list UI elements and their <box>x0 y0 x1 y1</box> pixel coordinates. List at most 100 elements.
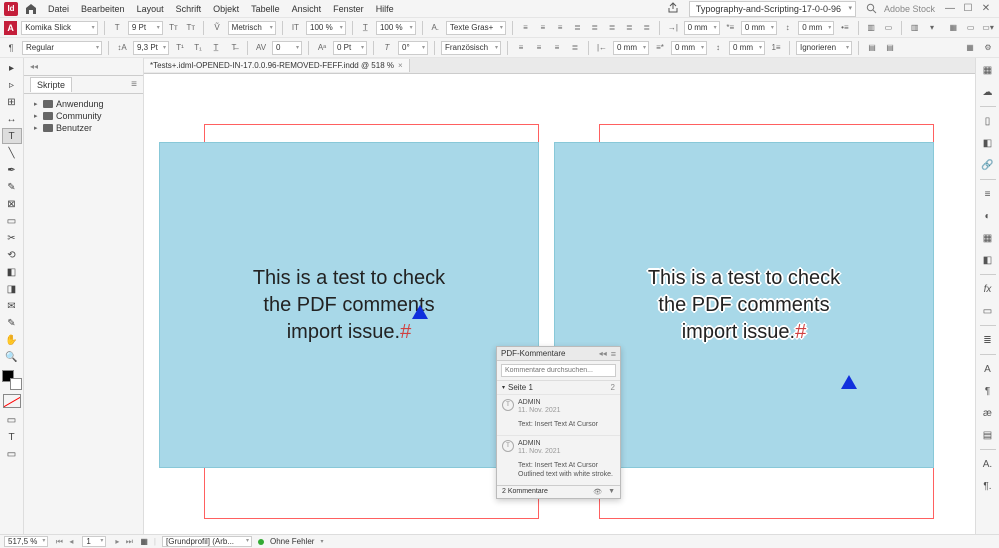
bullets-icon[interactable]: •≡ <box>838 21 851 35</box>
pdf-comments-search-input[interactable] <box>501 364 616 377</box>
vscale-combo[interactable]: 100 % <box>306 21 346 35</box>
screen-mode-icon[interactable]: ▭ <box>964 21 977 35</box>
menu-bearbeiten[interactable]: Bearbeiten <box>81 4 125 14</box>
text-wrap-icon[interactable]: ≣ <box>980 332 996 348</box>
baseline-grid-icon[interactable]: ▤ <box>865 41 879 55</box>
canvas[interactable]: This is a test to check the PDF comments… <box>144 74 975 534</box>
properties-panel-icon[interactable]: ▦ <box>980 62 996 78</box>
gradient-feather-tool[interactable]: ◨ <box>2 281 22 297</box>
pencil-tool[interactable]: ✎ <box>2 179 22 195</box>
formatting-text-icon[interactable]: T <box>2 429 22 445</box>
note-tool[interactable]: ✉ <box>2 298 22 314</box>
strikethrough-icon[interactable]: T̶ <box>227 41 241 55</box>
preflight-profile-combo[interactable]: [Grundprofil] (Arb... <box>162 536 252 547</box>
last-page-icon[interactable]: ⏭ <box>124 537 134 547</box>
workspace-switcher[interactable]: Typography-and-Scripting-17-0-0-96 <box>689 1 856 17</box>
para-styles-panel-icon[interactable]: ¶. <box>980 478 996 494</box>
shading-icon[interactable]: ▥ <box>864 21 877 35</box>
zoom-tool[interactable]: 🔍 <box>2 349 22 365</box>
justify-last-left-icon[interactable]: ≣ <box>588 21 601 35</box>
char-styles-panel-icon[interactable]: A. <box>980 456 996 472</box>
ignore-combo[interactable]: Ignorieren <box>796 41 852 55</box>
gpu-icon[interactable]: ⚙ <box>981 41 995 55</box>
baseline-combo[interactable]: 0 Pt <box>333 41 367 55</box>
indent-left-combo[interactable]: 0 mm <box>684 21 720 35</box>
filter-icon[interactable]: ▼ <box>608 488 615 496</box>
pages-panel-icon[interactable]: ▯ <box>980 113 996 129</box>
page-number-combo[interactable]: 1 <box>82 536 106 547</box>
align-right-icon[interactable]: ≡ <box>553 21 566 35</box>
selection-tool[interactable]: ▸ <box>2 60 22 76</box>
tt-icon[interactable]: Tᴛ <box>167 21 180 35</box>
window-minimize[interactable]: — <box>941 3 959 14</box>
charstyle-combo[interactable]: Texte Gras+ <box>446 21 506 35</box>
paragraph-panel-icon[interactable]: ¶ <box>4 41 18 55</box>
stroke-panel-icon[interactable]: ≡ <box>980 186 996 202</box>
hand-tool[interactable]: ✋ <box>2 332 22 348</box>
preflight-dropdown-icon[interactable]: ▾ <box>320 538 323 545</box>
window-maximize[interactable]: ☐ <box>959 3 977 14</box>
next-page-icon[interactable]: ▸ <box>112 537 122 547</box>
search-icon[interactable] <box>866 3 878 15</box>
gradient-panel-icon[interactable]: ◧ <box>980 252 996 268</box>
align-bottom-icon[interactable]: ≡ <box>550 41 564 55</box>
columns-icon[interactable]: ▥ <box>908 21 921 35</box>
font-size-combo[interactable]: 9 Pt <box>128 21 163 35</box>
justify-last-right-icon[interactable]: ≣ <box>623 21 636 35</box>
prev-page-icon[interactable]: ◂ <box>66 537 76 547</box>
pdf-panel-dropdown-icon[interactable]: ◂◂ <box>599 349 607 358</box>
rectangle-tool[interactable]: ▭ <box>2 213 22 229</box>
zoom-level-combo[interactable]: 517,5 % <box>4 536 48 547</box>
baseline-grid-off-icon[interactable]: ▤ <box>883 41 897 55</box>
eye-icon[interactable]: 👁 <box>593 488 602 496</box>
script-node-community[interactable]: ▸Community <box>28 110 139 122</box>
comment-marker-right[interactable] <box>841 375 857 389</box>
justify-all-icon[interactable]: ≣ <box>640 21 653 35</box>
rectangle-frame-tool[interactable]: ⊠ <box>2 196 22 212</box>
character-panel-shortcut-icon[interactable]: A <box>980 361 996 377</box>
direct-selection-tool[interactable]: ▹ <box>2 77 22 93</box>
view-options-icon[interactable]: ▭▾ <box>981 21 995 35</box>
align-left-icon[interactable]: ≡ <box>519 21 532 35</box>
numbered-list-icon[interactable]: 1≡ <box>769 41 783 55</box>
close-tab-icon[interactable]: × <box>398 61 403 70</box>
fill-stroke-swatches[interactable] <box>2 370 22 390</box>
formatting-container-icon[interactable]: ▭ <box>2 412 22 428</box>
last-line-indent-combo[interactable]: 0 mm <box>671 41 707 55</box>
align-vcenter-icon[interactable]: ≡ <box>532 41 546 55</box>
paragraph-panel-shortcut-icon[interactable]: ¶ <box>980 383 996 399</box>
pdf-comment-1[interactable]: T ADMIN 11. Nov. 2021 Text: Insert Text … <box>497 394 620 435</box>
bridge-icon[interactable]: ▦ <box>947 21 960 35</box>
window-close[interactable]: ✕ <box>977 3 995 14</box>
panel-menu-icon[interactable]: ≡ <box>131 79 137 90</box>
character-panel-icon[interactable]: A <box>4 21 17 35</box>
links-panel-icon[interactable]: 🔗 <box>980 157 996 173</box>
comment-marker-left[interactable] <box>412 305 428 319</box>
script-node-anwendung[interactable]: ▸Anwendung <box>28 98 139 110</box>
font-style-combo[interactable]: Regular <box>22 41 102 55</box>
menu-fenster[interactable]: Fenster <box>333 4 364 14</box>
layers-panel-icon[interactable]: ◧ <box>980 135 996 151</box>
effects-panel-icon[interactable]: fx <box>980 281 996 297</box>
scissors-tool[interactable]: ✂ <box>2 230 22 246</box>
options-dropdown-icon[interactable]: ▾ <box>925 21 938 35</box>
superscript-icon[interactable]: T¹ <box>173 41 187 55</box>
scripts-tab[interactable]: Skripte <box>30 77 72 92</box>
apply-none-icon[interactable] <box>3 394 21 408</box>
first-line-indent-combo[interactable]: 0 mm <box>741 21 777 35</box>
menu-objekt[interactable]: Objekt <box>213 4 239 14</box>
hscale-combo[interactable]: 100 % <box>376 21 416 35</box>
pdf-comment-2[interactable]: T ADMIN 11. Nov. 2021 Text: Insert Text … <box>497 435 620 485</box>
justify-last-center-icon[interactable]: ≣ <box>605 21 618 35</box>
menu-hilfe[interactable]: Hilfe <box>376 4 394 14</box>
menu-layout[interactable]: Layout <box>137 4 164 14</box>
pdf-panel-menu-icon[interactable]: ≡ <box>611 349 616 359</box>
home-icon[interactable] <box>24 2 38 16</box>
eyedropper-tool[interactable]: ✎ <box>2 315 22 331</box>
menu-ansicht[interactable]: Ansicht <box>292 4 322 14</box>
gradient-swatch-tool[interactable]: ◧ <box>2 264 22 280</box>
menu-datei[interactable]: Datei <box>48 4 69 14</box>
line-tool[interactable]: ╲ <box>2 145 22 161</box>
type-tool[interactable]: T <box>2 128 22 144</box>
border-icon[interactable]: ▭ <box>882 21 895 35</box>
